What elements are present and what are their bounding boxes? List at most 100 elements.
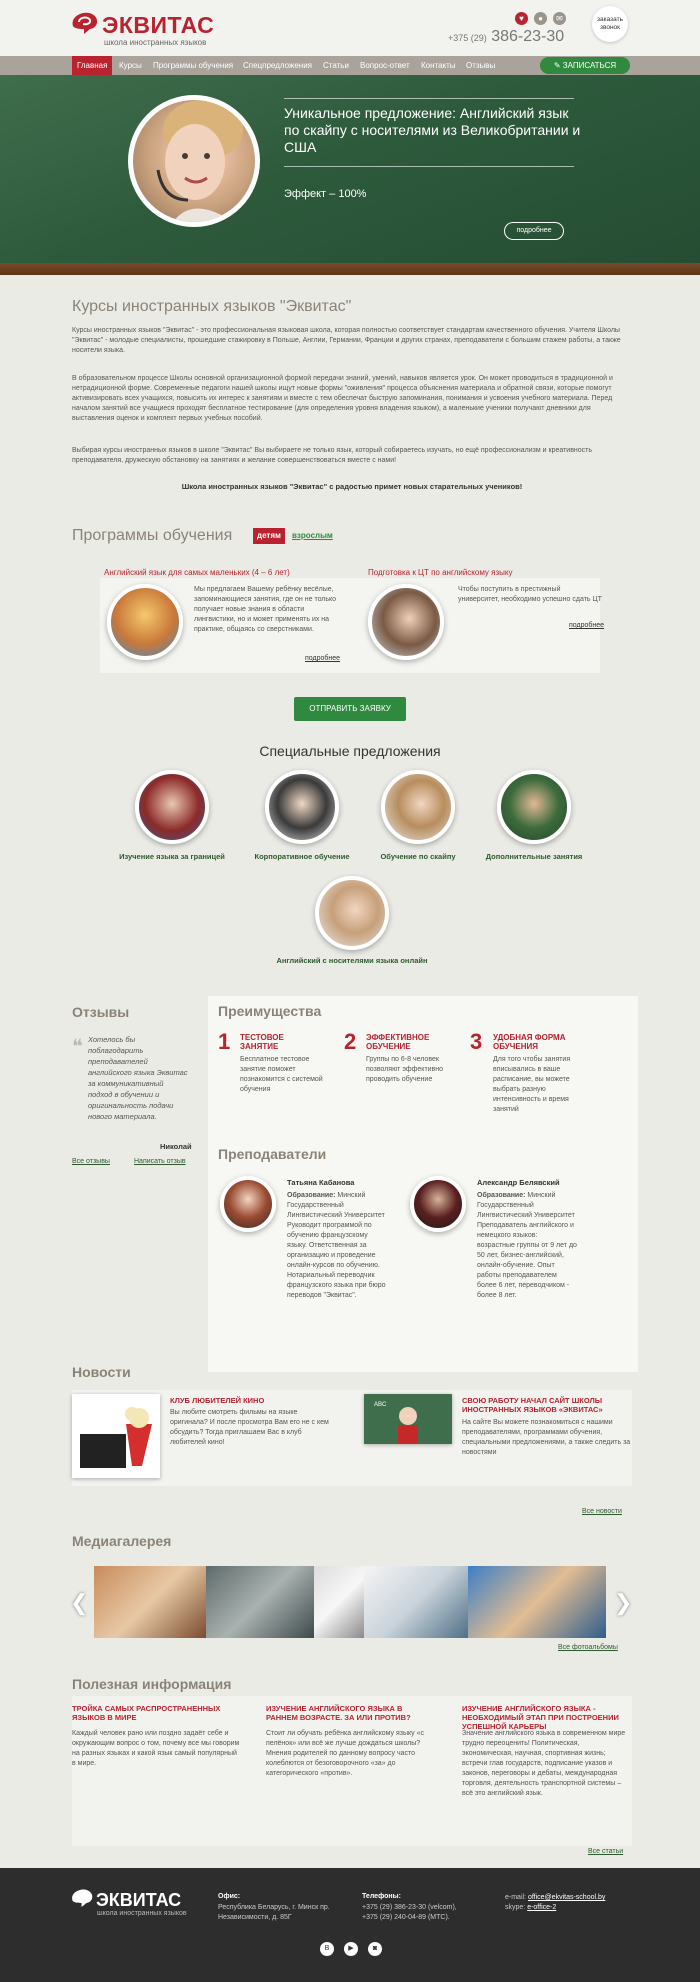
program-title[interactable]: Английский язык для самых маленьких (4 –… bbox=[104, 568, 290, 577]
program-more-link[interactable]: подробнее bbox=[305, 655, 340, 662]
info-item-text: Значение английского языка в современном… bbox=[462, 1730, 626, 1797]
advantage-title: ЭФФЕКТИВНОЕ ОБУЧЕНИЕ bbox=[366, 1033, 430, 1051]
all-reviews-link[interactable]: Все отзывы bbox=[72, 1158, 110, 1165]
kids-photo bbox=[107, 584, 183, 660]
about-paragraph: Курсы иностранных языков "Эквитас" - это… bbox=[72, 327, 621, 354]
tab-kids[interactable]: детям bbox=[253, 528, 285, 544]
teacher-photo bbox=[410, 1176, 466, 1232]
footer-phone[interactable]: +375 (29) 240-04-89 (МТС). bbox=[362, 1913, 450, 1923]
write-review-link[interactable]: Написать отзыв bbox=[134, 1158, 186, 1165]
mail-icon[interactable]: ✉ bbox=[553, 12, 566, 25]
teacher-photo bbox=[220, 1176, 276, 1232]
logo-icon[interactable] bbox=[70, 10, 104, 36]
send-request-button[interactable]: ОТПРАВИТЬ ЗАЯВКУ bbox=[294, 697, 406, 721]
info-item-title[interactable]: ИЗУЧЕНИЕ АНГЛИЙСКОГО ЯЗЫКА - НЕОБХОДИМЫЙ… bbox=[462, 1704, 632, 1731]
nav-item-home[interactable]: Главная bbox=[72, 56, 113, 75]
footer bbox=[0, 1868, 700, 1982]
nav-item-programs[interactable]: Программы обучения bbox=[148, 56, 238, 75]
gallery-prev-icon[interactable]: ❮ bbox=[70, 1590, 88, 1616]
info-title: Полезная информация bbox=[72, 1676, 232, 1692]
advantage-number: 3 bbox=[470, 1029, 483, 1054]
callback-button[interactable]: заказать звонок bbox=[592, 6, 628, 42]
footer-phones-label: Телефоны: bbox=[362, 1893, 401, 1900]
header-phone[interactable]: +375 (29) 386-23-30 bbox=[448, 28, 564, 46]
offer-photo[interactable] bbox=[497, 770, 571, 844]
footer-email: e-mail: office@ekvitas-school.by bbox=[505, 1894, 606, 1901]
footer-logo-subtitle: школа иностранных языков bbox=[97, 1910, 187, 1917]
news-image[interactable] bbox=[72, 1394, 160, 1478]
hero-photo bbox=[128, 95, 260, 227]
quote-icon: ❝ bbox=[72, 1036, 83, 1058]
news-title: Новости bbox=[72, 1364, 131, 1380]
teachers-title: Преподаватели bbox=[218, 1146, 327, 1162]
instagram-icon[interactable]: ◙ bbox=[368, 1942, 382, 1956]
hero-divider bbox=[284, 98, 574, 99]
hero-divider bbox=[284, 166, 574, 167]
footer-skype-link[interactable]: e-office-2 bbox=[527, 1904, 556, 1911]
reviews-title: Отзывы bbox=[72, 1004, 130, 1020]
footer-logo-text[interactable]: ЭКВИТАС bbox=[96, 1890, 181, 1911]
advantage-title: УДОБНАЯ ФОРМА ОБУЧЕНИЯ bbox=[493, 1033, 566, 1051]
nav-item-faq[interactable]: Вопрос-ответ bbox=[355, 56, 415, 75]
svg-text:ABC: ABC bbox=[374, 1402, 387, 1408]
footer-office-label: Офис: bbox=[218, 1893, 241, 1900]
news-item-title[interactable]: КЛУБ ЛЮБИТЕЛЕЙ КИНО bbox=[170, 1396, 330, 1405]
tab-adults[interactable]: взрослым bbox=[288, 528, 337, 544]
gallery-photo[interactable] bbox=[94, 1566, 206, 1638]
footer-skype: skype: e-office-2 bbox=[505, 1904, 557, 1911]
offer-photo[interactable] bbox=[381, 770, 455, 844]
program-text: Чтобы поступить в престижный университет… bbox=[458, 586, 602, 603]
vk-icon[interactable]: В bbox=[320, 1942, 334, 1956]
teacher-name: Татьяна Кабанова bbox=[287, 1178, 355, 1187]
program-title[interactable]: Подготовка к ЦТ по английскому языку bbox=[368, 568, 513, 577]
nav-item-special-offers[interactable]: Спецпредложения bbox=[238, 56, 317, 75]
program-more-link[interactable]: подробнее bbox=[569, 622, 604, 629]
offer-label[interactable]: Дополнительные занятия bbox=[464, 852, 604, 861]
programs-title: Программы обучения bbox=[72, 527, 233, 544]
footer-email-link[interactable]: office@ekvitas-school.by bbox=[528, 1894, 605, 1901]
signup-button[interactable]: ✎ ЗАПИСАТЬСЯ bbox=[540, 57, 630, 74]
news-item-text: На сайте Вы можете познакомиться с нашим… bbox=[462, 1419, 631, 1456]
all-albums-link[interactable]: Все фотоальбомы bbox=[558, 1644, 618, 1651]
nav-item-contacts[interactable]: Контакты bbox=[416, 56, 461, 75]
gallery-photo[interactable] bbox=[314, 1566, 364, 1638]
advantage-text: Для того чтобы занятия вписывались в ваш… bbox=[493, 1056, 571, 1113]
gallery-photo[interactable] bbox=[206, 1566, 314, 1638]
info-item-title[interactable]: ТРОЙКА САМЫХ РАСПРОСТРАНЕННЫХ ЯЗЫКОВ В М… bbox=[72, 1704, 242, 1722]
offer-photo[interactable] bbox=[265, 770, 339, 844]
logo-subtitle: школа иностранных языков bbox=[104, 38, 207, 47]
logo-text[interactable]: ЭКВИТАС bbox=[102, 12, 214, 39]
advantage-text: Бесплатное тестовое занятие поможет позн… bbox=[240, 1056, 323, 1093]
footer-phone[interactable]: +375 (29) 386-23-30 (velcom), bbox=[362, 1903, 457, 1913]
nav-item-articles[interactable]: Статьи bbox=[318, 56, 354, 75]
nav-item-courses[interactable]: Курсы bbox=[114, 56, 147, 75]
footer-logo-icon[interactable] bbox=[70, 1887, 98, 1909]
gallery-next-icon[interactable]: ❯ bbox=[614, 1590, 632, 1616]
all-articles-link[interactable]: Все статьи bbox=[588, 1848, 623, 1855]
hero-title: Уникальное предложение: Английский язык … bbox=[284, 105, 581, 155]
news-image[interactable]: ABC bbox=[364, 1394, 452, 1444]
person-icon[interactable]: ● bbox=[534, 12, 547, 25]
gallery-photo[interactable] bbox=[468, 1566, 606, 1638]
nav-item-reviews[interactable]: Отзывы bbox=[461, 56, 500, 75]
offer-label[interactable]: Английский с носителями языка онлайн bbox=[252, 956, 452, 965]
heart-icon[interactable]: ♥ bbox=[515, 12, 528, 25]
youtube-icon[interactable]: ▶ bbox=[344, 1942, 358, 1956]
hero-effect: Эффект – 100% bbox=[284, 188, 367, 200]
offer-photo[interactable] bbox=[135, 770, 209, 844]
offer-photo[interactable] bbox=[315, 876, 389, 950]
hero-more-button[interactable]: подробнее bbox=[504, 222, 564, 240]
program-text: Мы предлагаем Вашему ребёнку весёлые, за… bbox=[194, 586, 337, 633]
review-quote: Хотелось бы поблагодарить преподавателей… bbox=[88, 1035, 188, 1121]
info-item-text: Каждый человек рано или поздно задаёт се… bbox=[72, 1730, 240, 1767]
students-photo bbox=[368, 584, 444, 660]
news-item-title[interactable]: СВОЮ РАБОТУ НАЧАЛ САЙТ ШКОЛЫ ИНОСТРАННЫХ… bbox=[462, 1396, 632, 1414]
teacher-name: Александр Белявский bbox=[477, 1178, 560, 1187]
footer-office-address: Республика Беларусь, г. Минск пр. Незави… bbox=[218, 1904, 330, 1921]
gallery-photo[interactable] bbox=[364, 1566, 468, 1638]
offer-label[interactable]: Изучение языка за границей bbox=[102, 852, 242, 861]
info-item-title[interactable]: ИЗУЧЕНИЕ АНГЛИЙСКОГО ЯЗЫКА В РАННЕМ ВОЗР… bbox=[266, 1704, 436, 1722]
gallery-title: Медиагалерея bbox=[72, 1533, 172, 1549]
all-news-link[interactable]: Все новости bbox=[582, 1508, 622, 1515]
review-author: Николай bbox=[160, 1142, 192, 1151]
